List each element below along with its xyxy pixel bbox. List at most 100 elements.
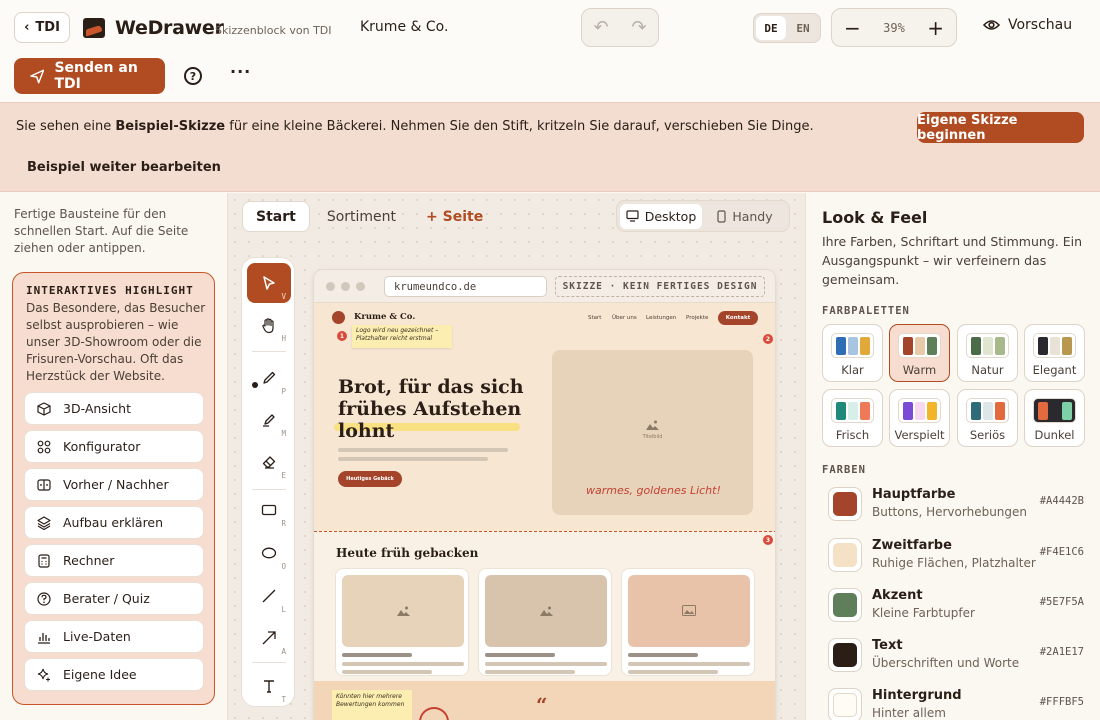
tool-arrow[interactable]: A	[247, 618, 291, 658]
tool-pen[interactable]: P	[247, 358, 291, 398]
device-phone-button[interactable]: Handy	[704, 204, 786, 229]
line-icon	[262, 589, 276, 603]
testimonial-section: Könnten hier mehrere Bewertungen kommen …	[314, 681, 775, 720]
block-label: Berater / Quiz	[63, 591, 150, 606]
palette-label: Warm	[902, 363, 937, 377]
highlight-text: Das Besondere, das Besucher selbst auspr…	[26, 301, 206, 383]
block-label: Live-Daten	[63, 629, 131, 644]
comment-badge[interactable]: 3	[763, 535, 773, 545]
color-row-accent[interactable]: Akzent Kleine Farbtupfer #5E7F5A	[822, 586, 1092, 632]
block-3d-view[interactable]: 3D-Ansicht	[24, 392, 204, 425]
tool-eraser[interactable]: E	[247, 442, 291, 482]
tool-text[interactable]: T	[247, 666, 291, 706]
color-hex[interactable]: #A4442B	[1040, 495, 1084, 507]
palette-color-chip	[914, 401, 925, 420]
preview-button[interactable]: Vorschau	[983, 17, 1072, 33]
tool-select[interactable]: V	[247, 263, 291, 303]
palette-seris[interactable]: Seriös	[957, 389, 1018, 447]
tool-hand[interactable]: H	[247, 305, 291, 345]
color-swatch[interactable]	[828, 588, 862, 622]
app-title: WeDrawer	[115, 17, 224, 39]
sticky-note[interactable]: Könnten hier mehrere Bewertungen kommen	[332, 690, 412, 720]
palette-warm[interactable]: Warm	[889, 324, 950, 382]
sticky-note[interactable]: Logo wird neu gezeichnet – Platzhalter r…	[352, 325, 452, 348]
tool-shortcut: O	[281, 562, 286, 571]
block-advisor-quiz[interactable]: Berater / Quiz	[24, 582, 204, 615]
tab-start[interactable]: Start	[242, 201, 310, 232]
block-before-after[interactable]: Vorher / Nachher	[24, 468, 204, 501]
palette-elegant[interactable]: Elegant	[1024, 324, 1085, 382]
send-button[interactable]: Senden an TDI	[14, 58, 165, 94]
color-swatch[interactable]	[828, 487, 862, 521]
window-dot	[326, 282, 335, 291]
zoom-in-button[interactable]: +	[927, 18, 944, 38]
help-button[interactable]: ?	[184, 67, 202, 85]
color-row-primary[interactable]: Hauptfarbe Buttons, Hervorhebungen #A444…	[822, 485, 1092, 531]
palette-klar[interactable]: Klar	[822, 324, 883, 382]
client-name[interactable]: Krume & Co.	[360, 19, 448, 35]
image-icon	[682, 605, 696, 616]
palette-frisch[interactable]: Frisch	[822, 389, 883, 447]
start-own-sketch-button[interactable]: Eigene Skizze beginnen	[917, 112, 1084, 143]
tab-sortiment[interactable]: Sortiment	[314, 201, 409, 232]
palette-label: Elegant	[1032, 363, 1077, 377]
color-row-background[interactable]: Hintergrund Hinter allem #FFFBF5	[822, 686, 1092, 720]
block-explain-structure[interactable]: Aufbau erklären	[24, 506, 204, 539]
product-card	[335, 568, 469, 676]
color-hex[interactable]: #2A1E17	[1040, 646, 1084, 658]
palette-swatch	[1033, 333, 1076, 358]
palette-natur[interactable]: Natur	[957, 324, 1018, 382]
comment-badge[interactable]: 2	[763, 334, 773, 344]
color-row-text[interactable]: Text Überschriften und Worte #2A1E17	[822, 636, 1092, 682]
continue-example-button[interactable]: Beispiel weiter bearbeiten	[27, 160, 221, 175]
palette-swatch	[831, 398, 874, 423]
color-hex[interactable]: #F4E1C6	[1040, 546, 1084, 558]
color-hint: Überschriften und Worte	[872, 656, 1020, 670]
lang-de-button[interactable]: DE	[756, 16, 786, 40]
lang-en-button[interactable]: EN	[788, 16, 818, 40]
banner-text: Sie sehen eine Beispiel-Skizze für eine …	[16, 119, 814, 134]
color-swatch[interactable]	[828, 638, 862, 672]
color-hex[interactable]: #FFFBF5	[1040, 696, 1084, 708]
block-live-data[interactable]: Live-Daten	[24, 620, 204, 653]
color-hint: Ruhige Flächen, Platzhalter	[872, 556, 1036, 570]
handwritten-note[interactable]: warmes, goldenes Licht!	[586, 484, 721, 497]
palette-color-chip	[1061, 401, 1072, 420]
pen-color-dot	[252, 382, 258, 388]
palette-color-chip	[994, 336, 1005, 355]
text-placeholder-line	[628, 662, 750, 666]
canvas-area: Start Sortiment + Seite Desktop Handy V …	[228, 193, 805, 720]
zoom-out-button[interactable]: −	[844, 18, 861, 38]
example-banner: Sie sehen eine Beispiel-Skizze für eine …	[0, 102, 1100, 192]
device-desktop-button[interactable]: Desktop	[620, 203, 702, 229]
more-menu-button[interactable]: ···	[230, 62, 251, 81]
block-calculator[interactable]: Rechner	[24, 544, 204, 577]
panel-title: Look & Feel	[822, 208, 928, 227]
block-own-idea[interactable]: Eigene Idee	[24, 658, 204, 691]
undo-icon[interactable]: ↶	[593, 17, 608, 38]
text-placeholder-line	[338, 448, 508, 452]
tool-shortcut: E	[281, 471, 286, 480]
color-row-secondary[interactable]: Zweitfarbe Ruhige Flächen, Platzhalter #…	[822, 536, 1092, 582]
block-configurator[interactable]: Konfigurator	[24, 430, 204, 463]
hero-section[interactable]: Krume & Co. Start Über uns Leistungen Pr…	[314, 303, 775, 531]
website-sketch[interactable]: krumeundco.de SKIZZE · KEIN FERTIGES DES…	[313, 269, 776, 720]
palette-dunkel[interactable]: Dunkel	[1024, 389, 1085, 447]
back-button[interactable]: ‹ TDI	[14, 12, 70, 43]
palette-verspielt[interactable]: Verspielt	[889, 389, 950, 447]
tool-marker[interactable]: M	[247, 400, 291, 440]
tool-rectangle[interactable]: R	[247, 490, 291, 530]
color-hint: Kleine Farbtupfer	[872, 606, 975, 620]
tool-line[interactable]: L	[247, 576, 291, 616]
color-hex[interactable]: #5E7F5A	[1040, 596, 1084, 608]
color-swatch[interactable]	[828, 688, 862, 720]
text-placeholder-line	[485, 662, 607, 666]
tool-ellipse[interactable]: O	[247, 533, 291, 573]
page-tabs: Start Sortiment + Seite	[242, 201, 496, 232]
add-page-button[interactable]: + Seite	[413, 201, 496, 232]
comment-badge[interactable]: 1	[337, 331, 347, 341]
color-swatch[interactable]	[828, 538, 862, 572]
drawing-toolbar: V H P M E R O L A T	[241, 257, 295, 707]
redo-icon[interactable]: ↷	[631, 17, 646, 38]
image-icon	[540, 606, 553, 616]
